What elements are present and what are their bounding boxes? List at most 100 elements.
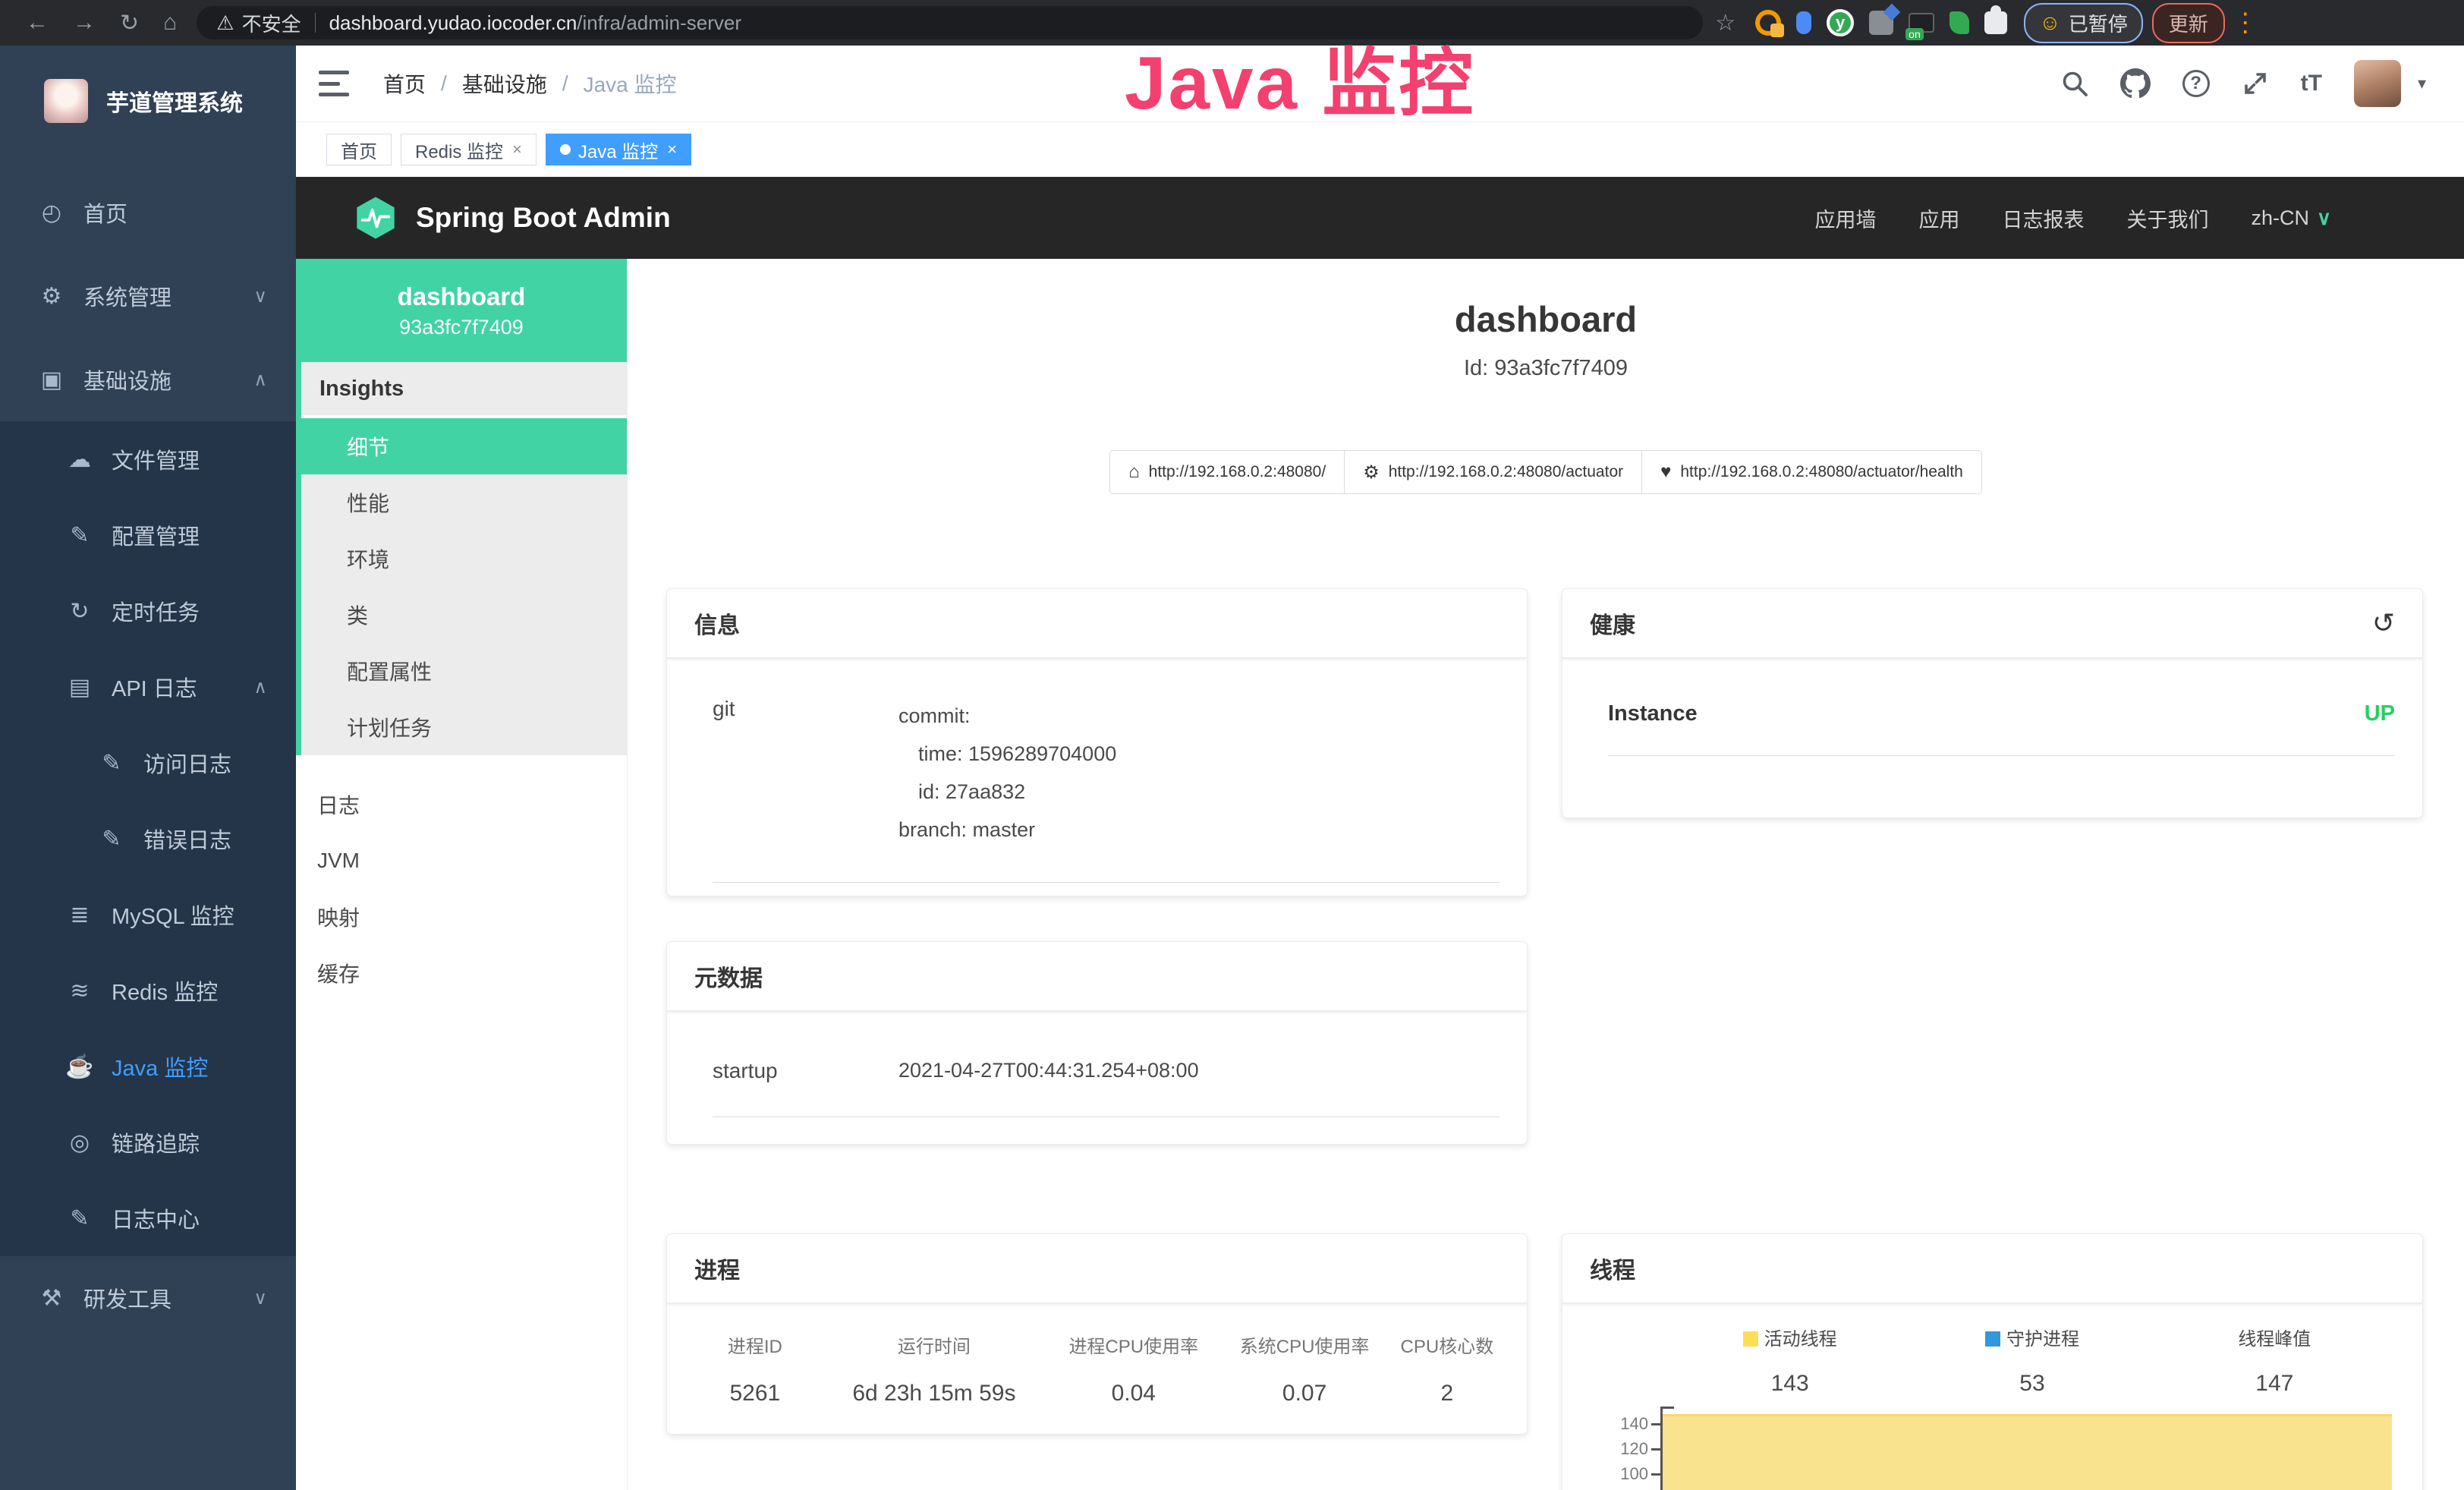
blue-legend-swatch-icon — [1985, 1331, 2000, 1347]
peak-threads-value: 147 — [2154, 1371, 2396, 1397]
sba-item-scheduled-tasks[interactable]: 计划任务 — [301, 699, 627, 755]
sidebar-item-system[interactable]: ⚙ 系统管理 ∨ — [0, 254, 296, 338]
github-icon[interactable] — [2120, 68, 2151, 99]
sba-nav-applications[interactable]: 应用 — [1918, 203, 1959, 233]
chevron-up-icon: ∧ — [253, 676, 267, 698]
paused-badge[interactable]: ☺ 已暂停 — [2024, 3, 2143, 43]
cell-system-cpu: 0.07 — [1219, 1381, 1389, 1407]
sidebar-item-log-center[interactable]: ✎ 日志中心 — [0, 1180, 296, 1256]
sba-brand-title[interactable]: Spring Boot Admin — [416, 202, 671, 234]
caret-down-icon[interactable]: ▾ — [2418, 74, 2426, 93]
navbar-actions: ? tT ▾ — [2061, 60, 2464, 107]
sba-item-jvm[interactable]: JVM — [296, 833, 627, 889]
forward-icon[interactable]: → — [73, 10, 96, 36]
sba-item-classes[interactable]: 类 — [301, 587, 627, 643]
search-icon[interactable] — [2061, 70, 2088, 97]
process-table: 进程ID 运行时间 进程CPU使用率 系统CPU使用率 CPU核心数 5261 … — [667, 1304, 1527, 1407]
extension-puzzle-icon[interactable] — [1984, 11, 2007, 34]
help-icon[interactable]: ? — [2182, 70, 2210, 97]
sidebar-item-job[interactable]: ↻ 定时任务 — [0, 573, 296, 649]
column-header: 进程CPU使用率 — [1048, 1331, 1219, 1358]
edit-icon: ✎ — [63, 522, 96, 549]
sidebar-item-file[interactable]: ☁ 文件管理 — [0, 421, 296, 497]
breadcrumb-home[interactable]: 首页 — [383, 68, 426, 99]
sba-item-logfile[interactable]: 日志 — [296, 777, 627, 833]
legend-peak-threads: 线程峰值 — [2154, 1324, 2396, 1350]
extension-on-icon[interactable]: on — [1909, 13, 1934, 33]
extension-grid-icon[interactable] — [1869, 11, 1893, 35]
extension-y-icon[interactable]: y — [1827, 9, 1854, 36]
redis-icon: ≋ — [63, 978, 96, 1004]
chevron-down-icon: ∨ — [253, 285, 267, 307]
sba-nav-journal[interactable]: 日志报表 — [2002, 203, 2084, 233]
hamburger-icon[interactable] — [319, 71, 349, 96]
extension-leaf-icon[interactable] — [1949, 11, 1969, 34]
sidebar-item-home[interactable]: ◴ 首页 — [0, 171, 296, 254]
home-icon[interactable]: ⌂ — [163, 10, 177, 36]
tab-home[interactable]: 首页 — [326, 134, 392, 165]
fullscreen-icon[interactable] — [2242, 70, 2269, 97]
sba-nav-wallboard[interactable]: 应用墙 — [1814, 203, 1876, 233]
sidebar-item-java-monitor[interactable]: ☕ Java 监控 — [0, 1029, 296, 1104]
log-icon: ▤ — [63, 674, 96, 701]
tab-java-monitor[interactable]: Java 监控 × — [546, 134, 691, 165]
sidebar-item-error-log[interactable]: ✎ 错误日志 — [0, 801, 296, 877]
sidebar-item-api-log[interactable]: ▤ API 日志 ∧ — [0, 649, 296, 725]
not-secure-label: 不安全 — [242, 9, 301, 37]
logo-avatar — [44, 79, 88, 123]
history-icon[interactable]: ↺ — [2372, 607, 2395, 639]
browser-menu-icon[interactable]: ⋮ — [2233, 8, 2258, 38]
user-avatar[interactable] — [2354, 60, 2401, 107]
service-url-button[interactable]: ⌂ http://192.168.0.2:48080/ — [1109, 450, 1345, 494]
text-size-icon[interactable]: tT — [2301, 71, 2322, 96]
url-host: dashboard.yudao.iocoder.cn — [329, 11, 577, 35]
sba-locale-select[interactable]: zh-CN ∨ — [2251, 206, 2331, 230]
app-sidebar: 芋道管理系统 ◴ 首页 ⚙ 系统管理 ∨ ▣ 基础设施 ∧ ☁ 文件管理 — [0, 46, 296, 1490]
eye-icon: ◎ — [63, 1129, 96, 1156]
health-instance-row[interactable]: Instance UP — [1608, 659, 2395, 756]
tab-redis-monitor[interactable]: Redis 监控 × — [401, 134, 537, 165]
sidebar-item-config[interactable]: ✎ 配置管理 — [0, 497, 296, 573]
y-tick-label: 100 — [1604, 1463, 1648, 1485]
java-monitor-annotation: Java 监控 — [1125, 23, 1475, 131]
extension-orange-icon[interactable] — [1755, 10, 1781, 36]
close-icon[interactable]: × — [512, 140, 522, 159]
sba-item-environment[interactable]: 环境 — [301, 531, 627, 587]
close-icon[interactable]: × — [667, 140, 677, 159]
actuator-url-button[interactable]: ⚙ http://192.168.0.2:48080/actuator — [1344, 450, 1642, 494]
breadcrumb-section[interactable]: 基础设施 — [462, 68, 547, 99]
sba-nav-about[interactable]: 关于我们 — [2126, 203, 2208, 233]
health-url-button[interactable]: ♥ http://192.168.0.2:48080/actuator/heal… — [1641, 450, 1982, 494]
sidebar-item-infra[interactable]: ▣ 基础设施 ∧ — [0, 338, 296, 421]
bookmark-star-icon[interactable]: ☆ — [1715, 10, 1735, 36]
sba-instance-header[interactable]: dashboard 93a3fc7f7409 — [296, 259, 627, 362]
gear-icon: ⚙ — [35, 283, 68, 310]
sba-item-config-props[interactable]: 配置属性 — [301, 643, 627, 699]
process-card: 进程 进程ID 运行时间 进程CPU使用率 系统CPU使用率 CPU核心数 52… — [666, 1233, 1528, 1435]
column-header: 系统CPU使用率 — [1219, 1331, 1389, 1358]
address-bar[interactable]: ⚠ 不安全 dashboard.yudao.iocoder.cn /infra/… — [197, 6, 1703, 39]
cell-cpu-cores: 2 — [1390, 1381, 1504, 1407]
threads-chart: 140 120 100 — [1604, 1405, 2392, 1490]
extension-pin-icon[interactable] — [1796, 11, 1811, 34]
metadata-row-value: 2021-04-27T00:44:31.254+08:00 — [898, 1059, 1199, 1083]
sba-item-caches[interactable]: 缓存 — [296, 945, 627, 1001]
info-row-value: commit: time: 1596289704000 id: 27aa832 … — [898, 697, 1116, 849]
sba-item-details[interactable]: 细节 — [296, 418, 627, 474]
sidebar-item-redis[interactable]: ≋ Redis 监控 — [0, 953, 296, 1029]
sba-item-mappings[interactable]: 映射 — [296, 889, 627, 945]
sidebar-item-access-log[interactable]: ✎ 访问日志 — [0, 725, 296, 801]
sba-item-metrics[interactable]: 性能 — [301, 474, 627, 531]
sidebar-item-devtools[interactable]: ⚒ 研发工具 ∨ — [0, 1256, 296, 1340]
emoji-face-icon: ☺ — [2039, 11, 2061, 35]
update-button[interactable]: 更新 — [2152, 3, 2225, 43]
legend-live-threads: 活动线程 — [1669, 1324, 1911, 1350]
sba-main: dashboard Id: 93a3fc7f7409 ⌂ http://192.… — [628, 259, 2464, 1490]
sba-menu: 日志 JVM 映射 缓存 — [296, 777, 627, 1001]
back-icon[interactable]: ← — [26, 10, 49, 36]
process-card-title: 进程 — [667, 1234, 1527, 1304]
sidebar-item-mysql[interactable]: ≣ MySQL 监控 — [0, 877, 296, 953]
health-card-title: 健康 ↺ — [1562, 589, 2422, 659]
reload-icon[interactable]: ↻ — [120, 10, 139, 36]
sidebar-item-tracer[interactable]: ◎ 链路追踪 — [0, 1104, 296, 1180]
